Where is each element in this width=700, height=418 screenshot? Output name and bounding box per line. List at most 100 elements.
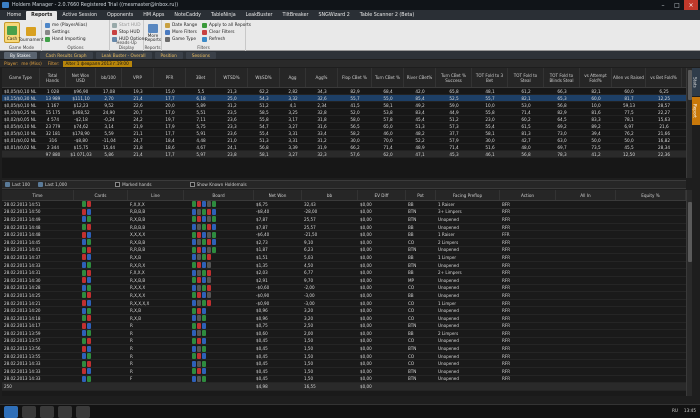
stop-hud-button[interactable]: Stop HUD	[112, 29, 140, 35]
table-row[interactable]: 28.02.2013 14:28 R,X,X,X -$0,60 -2,00 $0,00 C…	[2, 284, 686, 293]
tab-leak-buster-overall[interactable]: Leak Buster - Overall	[95, 51, 152, 59]
column-header[interactable]: Line	[128, 190, 184, 200]
menu-home[interactable]: Home	[2, 11, 26, 20]
apply-all-reports-button[interactable]: Apply to all Reports	[202, 22, 251, 28]
taskbar-app[interactable]	[22, 406, 36, 418]
hand-importing-button[interactable]: Hand Importing	[45, 36, 86, 42]
more-filters-button[interactable]: More Filters	[165, 29, 197, 35]
minimize-icon[interactable]: –	[656, 0, 670, 10]
column-header[interactable]: Turn CBet % Success	[436, 68, 472, 87]
settings-button[interactable]: Settings	[45, 29, 70, 35]
table-row[interactable]: 28.02.2013 14:33 R $0,45 1,50 $0,00 BTN Unopen…	[2, 368, 686, 376]
column-header[interactable]: Flop CBet %	[338, 68, 372, 87]
column-header[interactable]: Facing Preflop	[436, 190, 500, 200]
table-row[interactable]: $0,01/$0,02 NL 2 344 $15,75 15,44 21,8 18,6 4,…	[2, 144, 686, 151]
marked-hands-checkbox[interactable]: Marked hands	[115, 182, 152, 187]
table-row[interactable]: $0,10/$0,25 NL 15 175 $368,52 24,90 20,7 17,0…	[2, 109, 686, 116]
table-row[interactable]: 28.02.2013 13:57 R $0,45 1,50 $0,00 CO Unopene…	[2, 337, 686, 346]
column-header[interactable]: Total Hands	[40, 68, 66, 87]
more-reports-button[interactable]: More Reports	[145, 22, 161, 43]
start-hud-button[interactable]: Start HUD	[112, 22, 141, 28]
column-header[interactable]: Net Won USD	[66, 68, 96, 87]
table-row[interactable]: $0,15/$0,30 NL 13 989 $111,10 2,70 21,4 17,7 6…	[2, 95, 686, 102]
checkbox[interactable]	[189, 182, 195, 187]
date-range-button[interactable]: Date Range	[165, 22, 197, 28]
refresh-button[interactable]: Refresh	[202, 36, 225, 42]
menu-active-session[interactable]: Active Session	[57, 11, 102, 20]
table-row[interactable]: 28.02.2013 14:33 R,X,R,X $1,35 4,50 $0,00 BTN…	[2, 262, 686, 270]
stats-scroll-thumb[interactable]	[688, 70, 692, 100]
stats-scrollbar[interactable]	[686, 68, 692, 178]
table-row[interactable]: 28.02.2013 13:56 R $0,45 1,50 $0,00 BTN Unopen…	[2, 345, 686, 353]
tab-sessions[interactable]: Sessions	[185, 51, 216, 59]
column-header[interactable]: 3Bet	[186, 68, 216, 87]
column-header[interactable]: vs Attempt Fold%	[580, 68, 612, 87]
table-row[interactable]: $0,05/$0,10 NL 1 167 $12,23 9,52 22,6 20,0 5,8…	[2, 102, 686, 109]
column-header[interactable]: TOT Fold to Steal	[508, 68, 544, 87]
table-row[interactable]: $0,05/$0,10 NL 23 779 $74,62 3,14 21,9 17,9 5,…	[2, 123, 686, 130]
active-filter-chip[interactable]: Alter 1 февраля 2013 г.19:00	[62, 60, 132, 67]
menu-reports[interactable]: Reports	[26, 10, 58, 20]
column-header[interactable]: vs Bet Fold%	[646, 68, 682, 87]
last-100-toggle[interactable]: Last 100	[5, 182, 30, 187]
table-row[interactable]: 28.02.2013 13:59 R $0,60 2,00 $0,00 BB 2 Limpe…	[2, 330, 686, 338]
column-header[interactable]: TOT Fold to 3 Bet	[472, 68, 508, 87]
clear-filters-button[interactable]: Clear Filters	[202, 29, 234, 35]
column-header[interactable]: Equity %	[616, 190, 686, 200]
column-header[interactable]: EV Diff	[358, 190, 406, 200]
table-row[interactable]: 28.02.2013 14:51 F,X,X,X $6,75 32,43 $0,00 BB…	[2, 201, 686, 209]
language-indicator[interactable]: RU	[672, 408, 678, 413]
menu-sngwizard-2[interactable]: SNGWizard 2	[313, 11, 354, 20]
table-row[interactable]: 28.02.2013 14:45 R,X,B,B $2,73 9,10 $0,00 CO 2…	[2, 239, 686, 247]
column-header[interactable]: WTSD%	[216, 68, 248, 87]
checkbox[interactable]	[115, 182, 121, 187]
menu-tableninja[interactable]: TableNinja	[206, 11, 241, 20]
total-row[interactable]: 97 880 $1 071,03 5,86 21,4 17,7 5,97 23,8 58,1 3…	[2, 151, 686, 158]
table-row[interactable]: 28.02.2013 14:49 R,X,B,B $7,87 25,57 $0,00 BT…	[2, 216, 686, 224]
column-header[interactable]: W$SD%	[248, 68, 280, 87]
table-row[interactable]: $0,05/$0,10 NL 32 181 $178,90 5,59 21,1 17,7 5…	[2, 130, 686, 137]
table-row[interactable]: 28.02.2013 14:48 X,X,X,X -$6,40 -21,50 $0,00…	[2, 231, 686, 239]
table-row[interactable]: 28.02.2013 14:30 R,X,B,B $2,91 9,70 $0,00 MP U…	[2, 277, 686, 285]
table-row[interactable]: 28.02.2013 14:20 R,X,B $0,96 3,20 $0,00 CO Uno…	[2, 307, 686, 315]
column-header[interactable]: PFR	[154, 68, 186, 87]
tab-by-stakes[interactable]: By Stakes	[4, 51, 37, 59]
column-header[interactable]: Board	[184, 190, 254, 200]
tournament-button[interactable]: Tournament	[19, 22, 43, 43]
column-header[interactable]: VPIP	[122, 68, 154, 87]
game-type-button[interactable]: Game Type	[165, 36, 196, 42]
table-row[interactable]: 28.02.2013 14:31 F,X,X,X $2,03 6,77 $0,00 BB 2…	[2, 269, 686, 277]
table-row[interactable]: 28.02.2013 14:21 R,X,X,X,X -$0,90 -3,00 $0,0…	[2, 300, 686, 308]
table-row[interactable]: 28.02.2013 14:25 R,X,X,X -$0,90 -3,00 $0,00 B…	[2, 292, 686, 300]
taskbar-app[interactable]	[40, 406, 54, 418]
column-header[interactable]: Agg	[280, 68, 306, 87]
table-row[interactable]: 28.02.2013 14:17 R $0,75 2,50 $0,00 BTN Unopen…	[2, 322, 686, 331]
table-row[interactable]: 28.02.2013 14:37 R,X,B $1,51 5,03 $0,00 BB 1 L…	[2, 254, 686, 262]
menu-tiltbreaker[interactable]: TiltBreaker	[278, 11, 314, 20]
start-button[interactable]	[4, 406, 18, 418]
table-row[interactable]: $0,05/$0,10 NL 1 028 $96,90 17,08 19,3 15,0 5,…	[2, 88, 686, 95]
column-header[interactable]: Agg%	[306, 68, 338, 87]
maximize-icon[interactable]: □	[670, 0, 684, 10]
tab-position[interactable]: Position	[154, 51, 183, 59]
menu-opponents[interactable]: Opponents	[102, 11, 138, 20]
column-header[interactable]: Net Won	[254, 190, 302, 200]
tab-cash-results-graph[interactable]: Cash Results Graph	[39, 51, 93, 59]
table-row[interactable]: $0,01/$0,02 NL 316 -$8,80 -11,04 24,7 18,4 4,4…	[2, 137, 686, 144]
table-row[interactable]: $0,02/$0,05 NL 4 574 -$2,18 -0,24 24,2 19,7 7,…	[2, 116, 686, 123]
table-row[interactable]: 28.02.2013 13:55 R $0,45 1,50 $0,00 CO Unopene…	[2, 353, 686, 361]
menu-table-scanner-2-beta-[interactable]: Table Scanner 2 (Beta)	[355, 11, 419, 20]
table-row[interactable]: 28.02.2013 14:41 R,R,B,B $1,87 6,23 $0,00 BTN…	[2, 246, 686, 255]
column-header[interactable]: All In	[556, 190, 616, 200]
menu-hm-apps[interactable]: HM Apps	[138, 11, 169, 20]
table-row[interactable]: 28.02.2013 14:33 F $0,45 1,50 $0,00 BTN Unopen…	[2, 375, 686, 384]
column-header[interactable]: Game Type	[2, 68, 40, 87]
table-row[interactable]: 28.02.2013 14:33 R $0,45 1,50 $0,00 CO Unopene…	[2, 360, 686, 369]
hands-scroll-thumb[interactable]	[688, 202, 692, 262]
taskbar-app[interactable]	[76, 406, 90, 418]
last-1000-toggle[interactable]: Last 1,000	[38, 182, 67, 187]
menu-leakbuster[interactable]: LeakBuster	[241, 11, 278, 20]
column-header[interactable]: bb/100	[96, 68, 122, 87]
column-header[interactable]: TOT Fold to Blinds Steal	[544, 68, 580, 87]
table-row[interactable]: 28.02.2013 14:18 R,X,B $0,96 3,20 $0,00 CO Uno…	[2, 315, 686, 323]
